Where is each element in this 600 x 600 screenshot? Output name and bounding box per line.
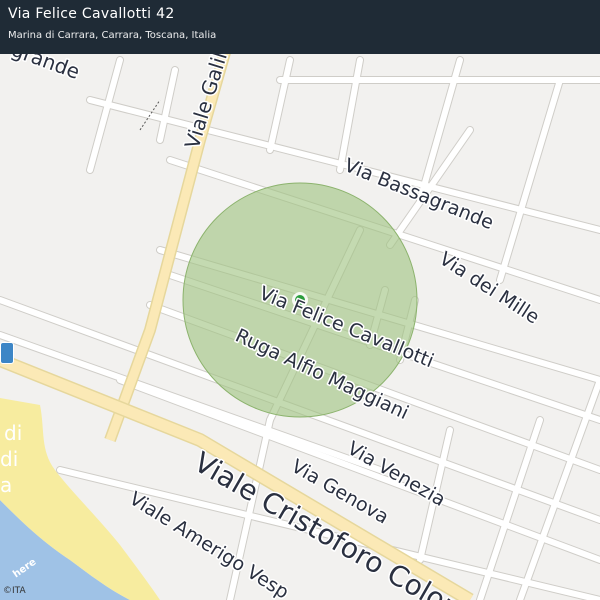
address-subtitle: Marina di Carrara, Carrara, Toscana, Ita… — [8, 30, 217, 41]
map-attribution: ©ITA — [3, 586, 26, 596]
beach-label-fragment-2: di — [0, 447, 18, 471]
beach-label-fragment-1: di — [4, 421, 22, 445]
address-title: Via Felice Cavallotti 42 — [8, 6, 175, 22]
beach-label-fragment-3: a — [0, 473, 12, 497]
map-canvas[interactable]: Viale Galile grande Via Bassagrande Via … — [0, 0, 600, 600]
road-shield-icon — [0, 342, 14, 364]
location-header: Via Felice Cavallotti 42 Marina di Carra… — [0, 0, 600, 54]
